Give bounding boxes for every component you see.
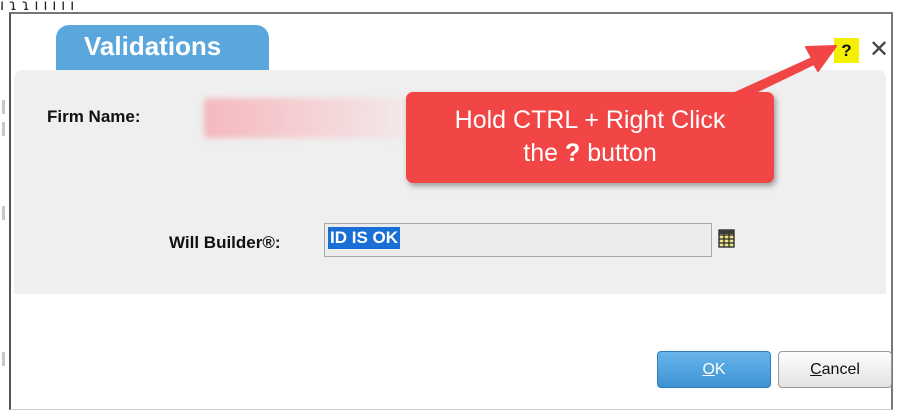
lookup-grid-icon[interactable] bbox=[717, 228, 737, 250]
cancel-button[interactable]: Cancel bbox=[778, 351, 892, 388]
help-button[interactable]: ? bbox=[834, 38, 859, 63]
instruction-callout: Hold CTRL + Right Click the ? button bbox=[406, 92, 774, 183]
firm-name-value-redacted bbox=[204, 98, 409, 138]
screenshot: ı ɿ ɿ ı ı ı ı ı Validations ? ✕ Firm Nam… bbox=[0, 0, 899, 416]
callout-line-2-prefix: the bbox=[523, 139, 565, 167]
callout-line-2-suffix: button bbox=[580, 139, 657, 167]
will-builder-label: Will Builder®: bbox=[169, 233, 281, 252]
firm-name-label: Firm Name: bbox=[47, 107, 141, 126]
will-builder-value: ID IS OK bbox=[328, 227, 401, 249]
will-builder-field[interactable]: ID IS OK bbox=[324, 223, 712, 257]
left-edge-marks bbox=[2, 12, 8, 412]
close-icon[interactable]: ✕ bbox=[867, 36, 891, 62]
ok-button[interactable]: OK bbox=[657, 351, 771, 388]
callout-line-1: Hold CTRL + Right Click bbox=[454, 106, 726, 134]
validations-dialog: Validations ? ✕ Firm Name: Will Builder®… bbox=[9, 12, 893, 410]
callout-key: ? bbox=[564, 139, 581, 167]
dialog-title: Validations bbox=[56, 25, 269, 71]
cropped-text-fragment: ı ɿ ɿ ı ı ı ı ı bbox=[0, 0, 75, 12]
callout-line-2: the ? button bbox=[406, 137, 774, 170]
